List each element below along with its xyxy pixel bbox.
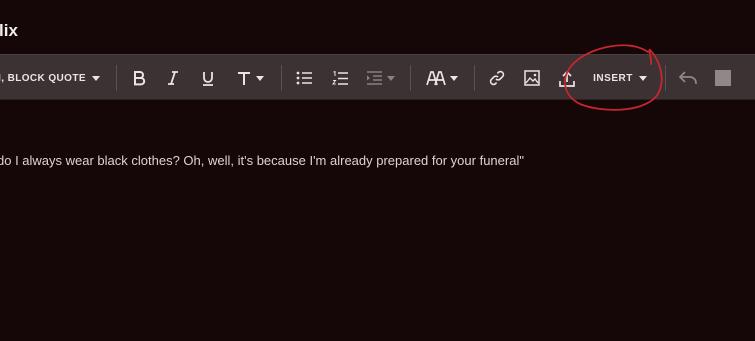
upload-icon xyxy=(559,70,575,87)
editor-text-area[interactable]: do I always wear black clothes? Oh, well… xyxy=(0,153,524,168)
editor-page: lix I, BLOCK QUOTE INSERT do I always we… xyxy=(0,0,755,341)
insert-dropdown-button[interactable]: INSERT xyxy=(588,55,652,101)
formatting-toolbar: I, BLOCK QUOTE INSERT xyxy=(0,54,755,100)
link-icon xyxy=(489,70,505,86)
stop-button[interactable] xyxy=(712,55,734,101)
chevron-down-icon xyxy=(638,75,647,81)
page-title: lix xyxy=(0,21,18,40)
link-button[interactable] xyxy=(486,55,508,101)
text-size-icon xyxy=(237,72,250,85)
numbered-list-icon xyxy=(332,70,348,85)
font-icon xyxy=(426,70,446,85)
chevron-down-icon xyxy=(91,75,100,81)
toolbar-divider xyxy=(474,65,475,91)
undo-button[interactable] xyxy=(677,55,699,101)
toolbar-divider xyxy=(665,65,666,91)
undo-icon xyxy=(679,71,697,84)
underline-icon xyxy=(203,71,213,86)
upload-button[interactable] xyxy=(556,55,578,101)
paragraph-style-dropdown[interactable]: I, BLOCK QUOTE xyxy=(0,55,104,101)
underline-button[interactable] xyxy=(197,55,219,101)
indent-button[interactable] xyxy=(362,55,398,101)
toolbar-divider xyxy=(116,65,117,91)
chevron-down-icon xyxy=(255,75,264,81)
insert-label: INSERT xyxy=(593,72,633,84)
stop-square-icon xyxy=(715,70,731,86)
indent-icon xyxy=(366,71,382,85)
toolbar-divider xyxy=(410,65,411,91)
bulleted-list-button[interactable] xyxy=(293,55,315,101)
bold-icon xyxy=(134,71,146,86)
italic-icon xyxy=(168,71,178,85)
image-button[interactable] xyxy=(521,55,543,101)
chevron-down-icon xyxy=(450,75,458,81)
italic-button[interactable] xyxy=(162,55,184,101)
bulleted-list-icon xyxy=(296,71,312,85)
bold-button[interactable] xyxy=(128,55,150,101)
toolbar-divider xyxy=(281,65,282,91)
annotation-circle xyxy=(564,44,663,111)
editor-paragraph: do I always wear black clothes? Oh, well… xyxy=(0,153,524,168)
font-button[interactable] xyxy=(423,55,461,101)
chevron-down-icon xyxy=(386,75,395,81)
paragraph-style-label: I, BLOCK QUOTE xyxy=(0,72,86,84)
numbered-list-button[interactable] xyxy=(329,55,351,101)
text-size-button[interactable] xyxy=(233,55,267,101)
image-icon xyxy=(524,70,540,86)
